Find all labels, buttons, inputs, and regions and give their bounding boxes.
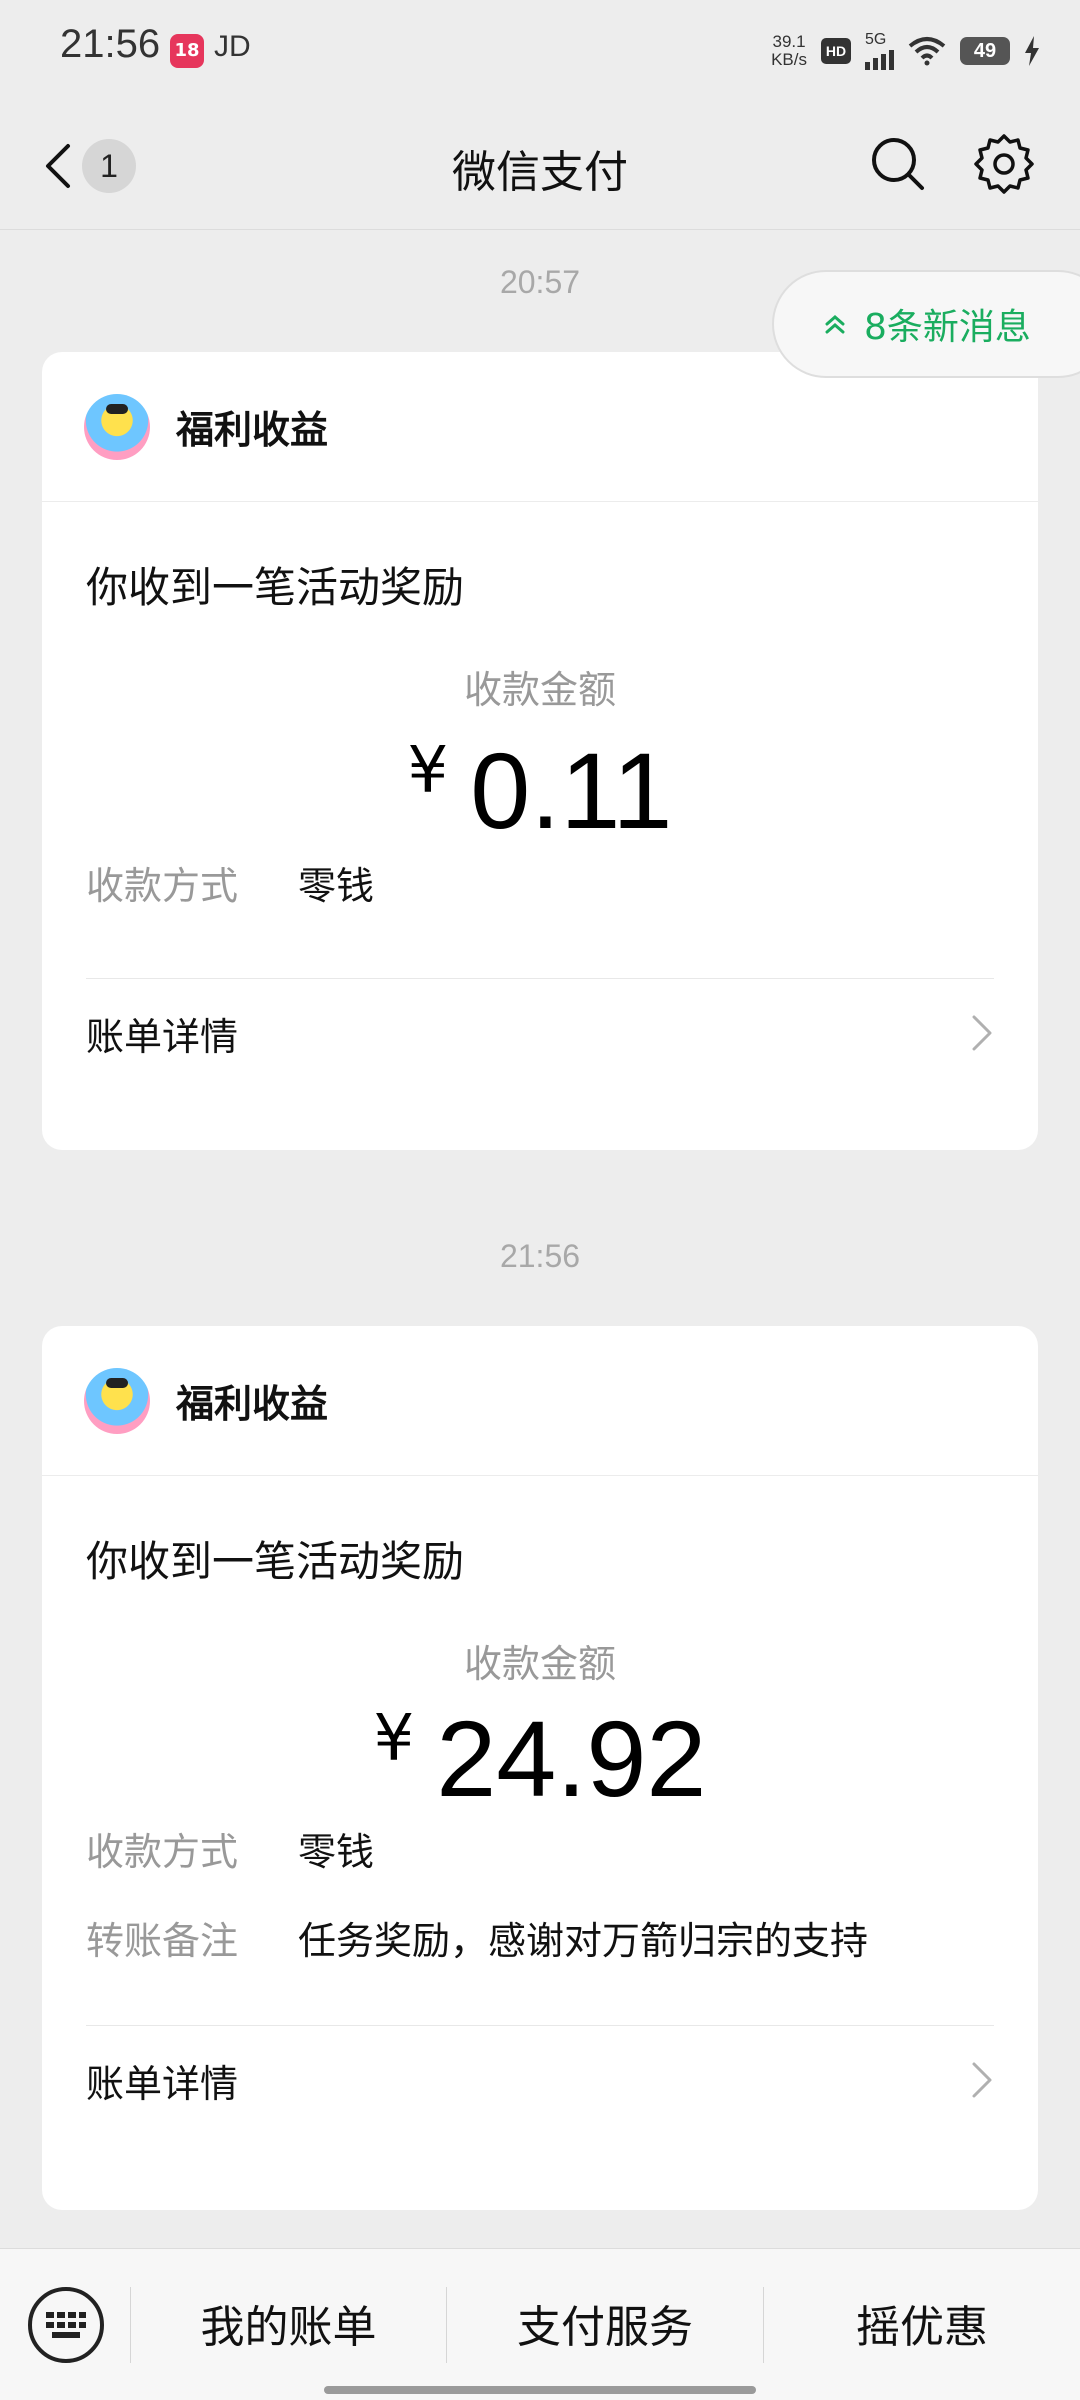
payment-card[interactable]: 福利收益 你收到一笔活动奖励 收款金额 ¥24.92 收款方式 零钱 转账备注 …	[42, 1326, 1038, 2210]
status-time: 21:56	[60, 22, 161, 66]
amount-value: ¥24.92	[373, 1698, 707, 1819]
chevron-right-icon	[972, 2062, 992, 2098]
keyboard-icon	[46, 2312, 86, 2338]
chevron-right-icon	[972, 1015, 992, 1051]
status-carrier-label: JD	[214, 30, 251, 63]
search-icon	[872, 138, 924, 190]
bottom-menu-bar: 我的账单 支付服务 摇优惠	[0, 2248, 1080, 2400]
keyboard-toggle-button[interactable]	[28, 2287, 104, 2363]
gear-icon	[974, 134, 1034, 194]
battery-icon: 49	[960, 37, 1010, 65]
message-timestamp: 21:56	[499, 1238, 581, 1274]
charging-icon	[1025, 36, 1039, 66]
bill-detail-label: 账单详情	[86, 2061, 239, 2106]
currency-symbol: ¥	[373, 1702, 415, 1776]
notification-app-icon: 18	[170, 34, 204, 68]
method-value: 零钱	[298, 1830, 375, 1874]
status-bar: 21:56 18 JD 39.1 KB/s HD 5G 49	[0, 0, 1080, 100]
bill-detail-link[interactable]: 账单详情	[86, 979, 994, 1087]
method-label: 收款方式	[86, 1830, 239, 1874]
avatar	[84, 1367, 150, 1434]
bill-detail-link[interactable]: 账单详情	[86, 2026, 994, 2134]
payment-method-row: 收款方式 零钱	[86, 1821, 994, 1876]
new-messages-label: 8条新消息	[864, 307, 1031, 348]
card-header: 福利收益	[42, 1326, 1038, 1476]
chat-header: 1 微信支付	[0, 100, 1080, 230]
double-chevron-up-icon	[825, 315, 845, 334]
card-headline: 你收到一笔活动奖励	[86, 1537, 465, 1586]
new-messages-button[interactable]: 8条新消息	[772, 270, 1080, 378]
amount-label: 收款金额	[463, 668, 616, 712]
method-label: 收款方式	[86, 864, 239, 908]
card-source: 福利收益	[176, 408, 329, 452]
transfer-note-row: 转账备注 任务奖励，感谢对万箭归宗的支持	[86, 1910, 994, 1965]
note-label: 转账备注	[86, 1919, 239, 1963]
bill-detail-label: 账单详情	[86, 1014, 239, 1059]
method-value: 零钱	[298, 864, 375, 908]
note-value: 任务奖励，感谢对万箭归宗的支持	[298, 1919, 869, 1963]
payment-card[interactable]: 福利收益 你收到一笔活动奖励 收款金额 ¥0.11 收款方式 零钱 账单详情	[42, 352, 1038, 1150]
signal-icon: 5G	[865, 32, 894, 70]
network-speed: 39.1 KB/s	[771, 32, 807, 69]
menu-my-bills[interactable]: 我的账单	[131, 2249, 446, 2397]
search-button[interactable]	[868, 134, 928, 194]
avatar	[84, 393, 150, 460]
card-source: 福利收益	[176, 1382, 329, 1426]
menu-payment-services[interactable]: 支付服务	[447, 2249, 763, 2397]
amount-label: 收款金额	[463, 1642, 616, 1686]
amount-value: ¥0.11	[407, 730, 673, 851]
currency-symbol: ¥	[407, 734, 449, 808]
wifi-icon	[908, 37, 946, 66]
card-headline: 你收到一笔活动奖励	[86, 563, 465, 612]
status-icons: 39.1 KB/s HD 5G 49	[771, 28, 1040, 74]
settings-button[interactable]	[972, 132, 1036, 196]
menu-shake-offers[interactable]: 摇优惠	[764, 2249, 1080, 2397]
home-indicator[interactable]	[324, 2386, 756, 2394]
hd-icon: HD	[821, 38, 851, 64]
payment-method-row: 收款方式 零钱	[86, 855, 994, 910]
